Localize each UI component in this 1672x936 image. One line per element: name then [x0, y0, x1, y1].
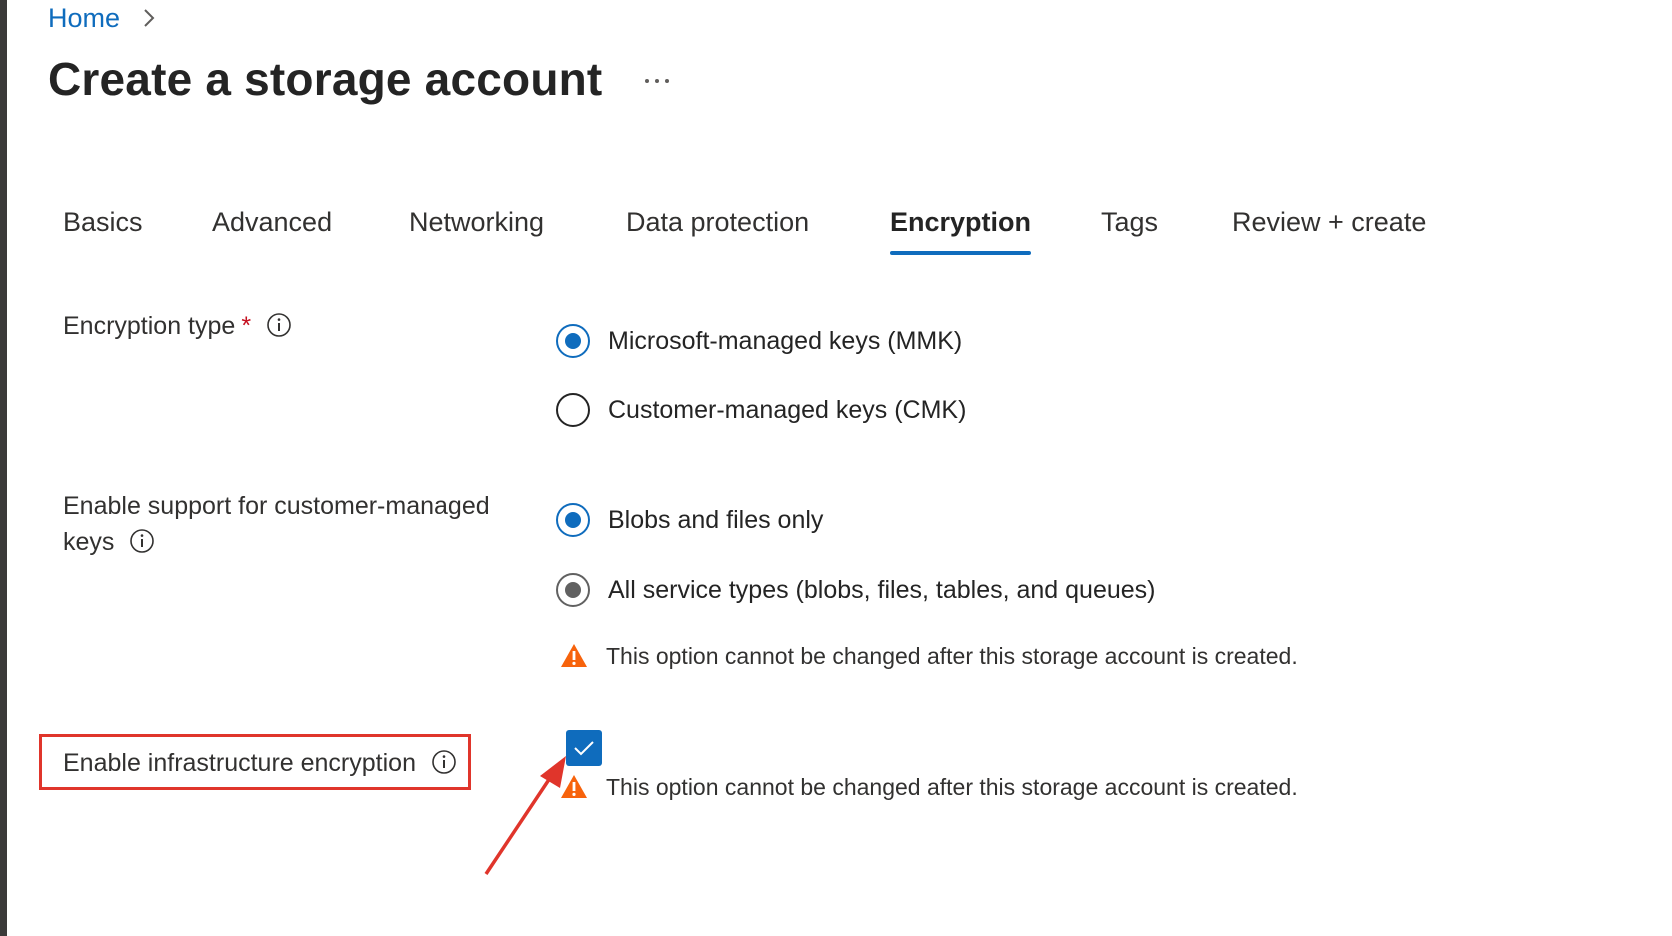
tab-networking[interactable]: Networking	[409, 196, 544, 258]
window-left-edge	[0, 0, 7, 936]
cmk-warning-text: This option cannot be changed after this…	[606, 642, 1298, 669]
annotation-highlight-box	[39, 734, 471, 790]
radio-button-unselected[interactable]	[556, 393, 590, 427]
radio-mmk[interactable]: Microsoft-managed keys (MMK)	[556, 324, 962, 358]
cmk-warning: This option cannot be changed after this…	[560, 642, 1298, 670]
annotation-arrow-icon	[484, 756, 566, 875]
infrastructure-warning: This option cannot be changed after this…	[560, 773, 1298, 801]
encryption-type-label: Encryption type *	[63, 308, 292, 344]
page-title: Create a storage account	[48, 53, 603, 105]
radio-all-service-types[interactable]: All service types (blobs, files, tables,…	[556, 573, 1156, 607]
breadcrumb: Home	[48, 0, 164, 36]
required-mark: *	[241, 312, 252, 340]
info-icon[interactable]	[129, 528, 155, 554]
info-icon[interactable]	[266, 312, 292, 338]
breadcrumb-home-link[interactable]: Home	[48, 3, 120, 34]
radio-all-service-types-label: All service types (blobs, files, tables,…	[608, 575, 1156, 604]
tab-data-protection[interactable]: Data protection	[626, 196, 809, 258]
tab-basics[interactable]: Basics	[63, 196, 143, 258]
radio-cmk[interactable]: Customer-managed keys (CMK)	[556, 393, 966, 427]
warning-icon	[561, 644, 587, 667]
tab-encryption[interactable]: Encryption	[890, 196, 1032, 258]
tab-tags[interactable]: Tags	[1101, 196, 1158, 258]
more-icon	[645, 79, 649, 83]
radio-button-selected[interactable]	[556, 503, 590, 537]
radio-mmk-label: Microsoft-managed keys (MMK)	[608, 326, 963, 355]
infrastructure-warning-text: This option cannot be changed after this…	[606, 773, 1298, 800]
radio-button-selected[interactable]	[556, 324, 590, 358]
encryption-type-label-text: Encryption type	[63, 312, 236, 340]
radio-cmk-label: Customer-managed keys (CMK)	[608, 395, 967, 424]
cmk-support-label-line2-row: keys	[63, 524, 490, 560]
tab-advanced[interactable]: Advanced	[212, 196, 332, 258]
cmk-support-label: Enable support for customer-managed keys	[63, 488, 490, 560]
radio-button-disabled[interactable]	[556, 573, 590, 607]
tab-review-create[interactable]: Review + create	[1232, 196, 1426, 258]
cmk-support-label-line2: keys	[63, 528, 115, 556]
radio-blobs-files[interactable]: Blobs and files only	[556, 503, 823, 537]
radio-blobs-files-label: Blobs and files only	[608, 505, 824, 534]
cmk-support-label-line1: Enable support for customer-managed	[63, 492, 490, 520]
chevron-right-icon	[134, 3, 164, 33]
tab-bar: Basics Advanced Networking Data protecti…	[0, 196, 1600, 262]
more-options-button[interactable]	[640, 66, 674, 96]
